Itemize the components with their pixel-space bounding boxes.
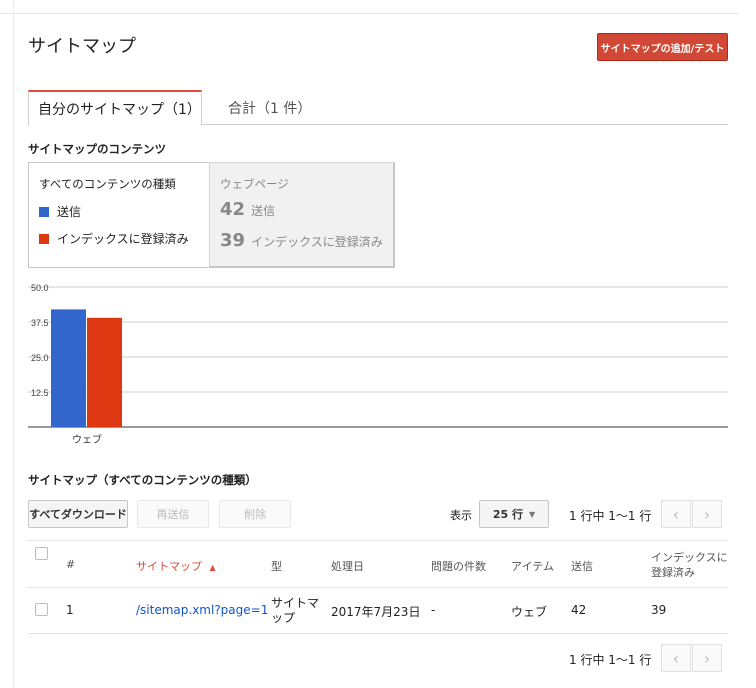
header-row-divider xyxy=(28,587,728,588)
rows-per-page-select[interactable]: 25 行 ▼ xyxy=(479,500,549,528)
delete-button[interactable]: 削除 xyxy=(219,500,291,528)
legend-panel[interactable]: すべてのコンテンツの種類 送信 インデックスに登録済み xyxy=(28,162,210,268)
row-processed-date: 2017年7月23日 xyxy=(331,605,421,619)
sort-asc-icon: ▲ xyxy=(209,563,216,572)
stats-title: ウェブページ xyxy=(220,177,289,191)
row-checkbox[interactable] xyxy=(35,603,48,616)
legend-label: インデックスに登録済み xyxy=(57,232,189,246)
page-title: サイトマップ xyxy=(28,36,136,57)
stats-label: 送信 xyxy=(251,204,276,218)
stats-value: 42 xyxy=(220,199,246,220)
col-processed[interactable]: 処理日 xyxy=(331,558,364,574)
legend-title: すべてのコンテンツの種類 xyxy=(39,177,176,191)
y-tick-label: 37.5 xyxy=(31,318,49,328)
pager-text-bottom: 1 行中 1〜1 行 xyxy=(569,653,652,667)
bar-indexed xyxy=(87,317,122,427)
col-issues[interactable]: 問題の件数 xyxy=(431,558,486,574)
add-test-sitemap-button[interactable]: サイトマップの追加/テスト xyxy=(597,33,728,61)
download-all-button[interactable]: すべてダウンロード xyxy=(28,500,128,528)
web-pages-panel[interactable]: ウェブページ 42 送信 39 インデックスに登録済み xyxy=(209,162,395,268)
row-submitted: 42 xyxy=(571,603,587,617)
bar-submitted xyxy=(51,309,86,427)
display-label: 表示 xyxy=(450,509,472,522)
col-type[interactable]: 型 xyxy=(271,558,282,574)
row-type: サイトマップ xyxy=(271,596,320,625)
sitemap-link[interactable]: /sitemap.xml?page=1 xyxy=(136,603,268,617)
resubmit-button[interactable]: 再送信 xyxy=(137,500,209,528)
left-divider xyxy=(13,0,14,688)
row-number: 1 xyxy=(66,603,74,617)
rows-per-page-value: 25 行 xyxy=(492,508,523,521)
prev-page-icon[interactable]: ‹ xyxy=(661,644,691,672)
y-tick-label: 25.0 xyxy=(31,353,49,363)
contents-heading: サイトマップのコンテンツ xyxy=(28,142,166,156)
select-all-checkbox[interactable] xyxy=(35,547,48,560)
table-top-divider xyxy=(28,540,728,541)
next-page-icon[interactable]: › xyxy=(692,644,722,672)
sitemap-bar-chart: 50.0 37.5 25.0 12.5 ウェブ xyxy=(28,283,728,446)
x-category-label: ウェブ xyxy=(72,433,102,446)
row-item: ウェブ xyxy=(511,605,548,619)
legend-item-submitted: 送信 xyxy=(39,203,81,220)
blue-swatch-icon xyxy=(39,206,49,217)
stats-submitted: 42 送信 xyxy=(220,199,275,220)
chevron-down-icon: ▼ xyxy=(528,509,536,519)
legend-item-indexed: インデックスに登録済み xyxy=(39,230,189,247)
col-submitted[interactable]: 送信 xyxy=(571,558,593,574)
col-indexed[interactable]: インデックスに登録済み xyxy=(651,550,731,580)
legend-label: 送信 xyxy=(57,205,82,219)
pager-text-top: 1 行中 1〜1 行 xyxy=(569,509,652,523)
row-indexed: 39 xyxy=(651,603,667,617)
y-tick-label: 50.0 xyxy=(31,283,49,293)
red-swatch-icon xyxy=(39,233,49,244)
prev-page-icon[interactable]: ‹ xyxy=(661,500,691,528)
sitemaps-table-heading: サイトマップ（すべてのコンテンツの種類） xyxy=(28,473,257,487)
col-sitemap-label: サイトマップ xyxy=(136,560,202,573)
top-divider xyxy=(0,13,738,14)
row-divider xyxy=(28,633,728,634)
stats-label: インデックスに登録済み xyxy=(251,235,383,249)
col-sitemap-sort[interactable]: サイトマップ ▲ xyxy=(136,558,216,574)
row-issues: - xyxy=(431,603,436,617)
tab-all-sitemaps[interactable]: 合計（1 件） xyxy=(228,90,311,125)
stats-indexed: 39 インデックスに登録済み xyxy=(220,230,383,251)
tab-bar: 自分のサイトマップ（1） 合計（1 件） xyxy=(28,90,728,126)
y-tick-label: 12.5 xyxy=(31,388,49,398)
next-page-icon[interactable]: › xyxy=(692,500,722,528)
stats-value: 39 xyxy=(220,230,246,251)
col-number: # xyxy=(66,558,76,571)
col-items[interactable]: アイテム xyxy=(511,558,554,574)
tab-my-sitemaps[interactable]: 自分のサイトマップ（1） xyxy=(28,90,202,126)
